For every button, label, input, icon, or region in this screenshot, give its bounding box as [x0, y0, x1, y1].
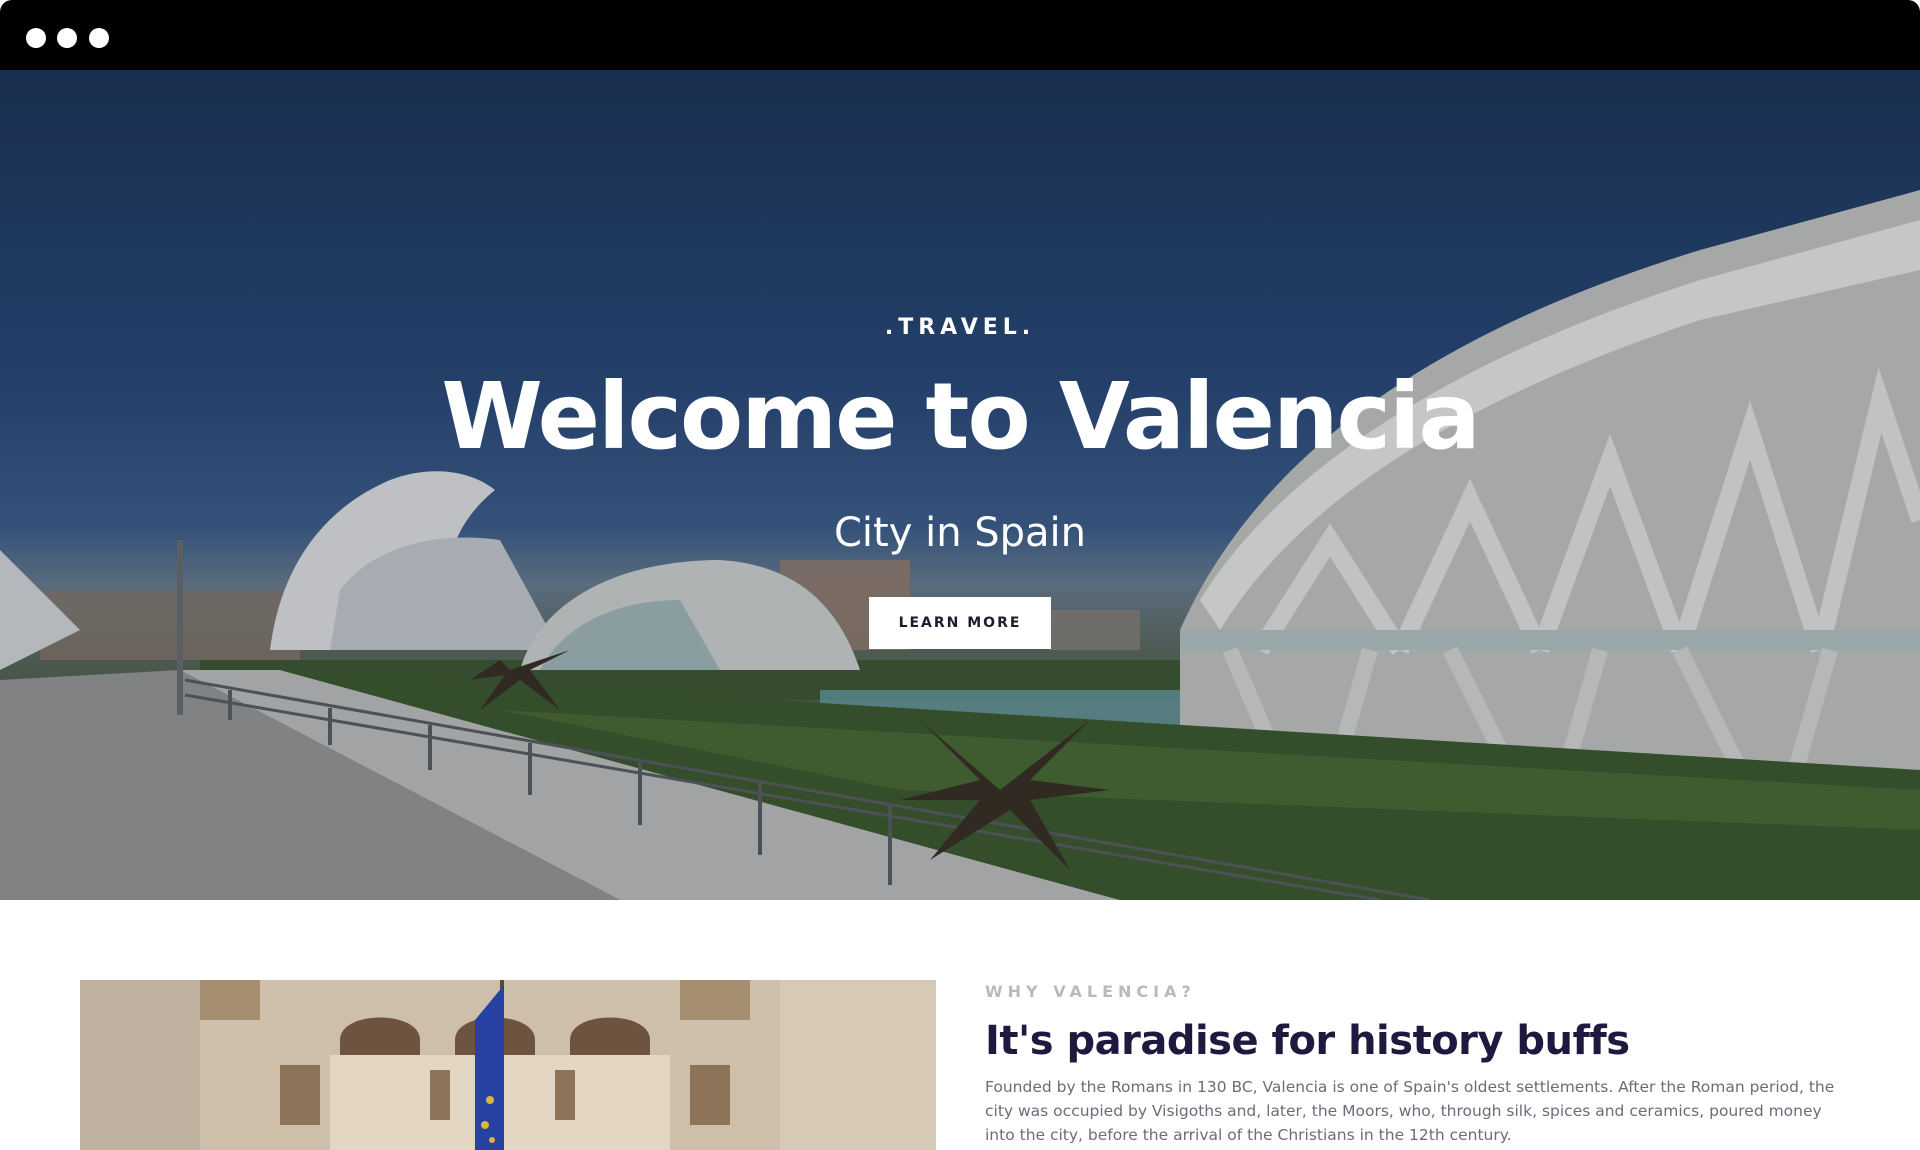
window-control-dot[interactable] — [26, 28, 46, 48]
section-body: Founded by the Romans in 130 BC, Valenci… — [985, 1078, 1835, 1144]
hero-section: .TRAVEL. Welcome to Valencia City in Spa… — [0, 70, 1920, 900]
window-control-dot[interactable] — [57, 28, 77, 48]
browser-window: .TRAVEL. Welcome to Valencia City in Spa… — [0, 0, 1920, 1150]
hero-eyebrow: .TRAVEL. — [884, 315, 1036, 340]
section-kicker: WHY VALENCIA? — [985, 982, 1196, 1001]
why-valencia-section: WHY VALENCIA? It's paradise for history … — [0, 900, 1920, 1150]
window-control-dot[interactable] — [89, 28, 109, 48]
hero-title: Welcome to Valencia — [441, 363, 1480, 470]
tower-photo-illustration — [80, 980, 936, 1150]
hero-overlay — [0, 70, 1920, 900]
section-heading: It's paradise for history buffs — [985, 1018, 1630, 1064]
learn-more-button[interactable]: LEARN MORE — [869, 597, 1051, 649]
torres-de-serranos-image — [80, 980, 936, 1150]
window-titlebar — [0, 0, 1920, 70]
hero-subtitle: City in Spain — [833, 510, 1087, 556]
